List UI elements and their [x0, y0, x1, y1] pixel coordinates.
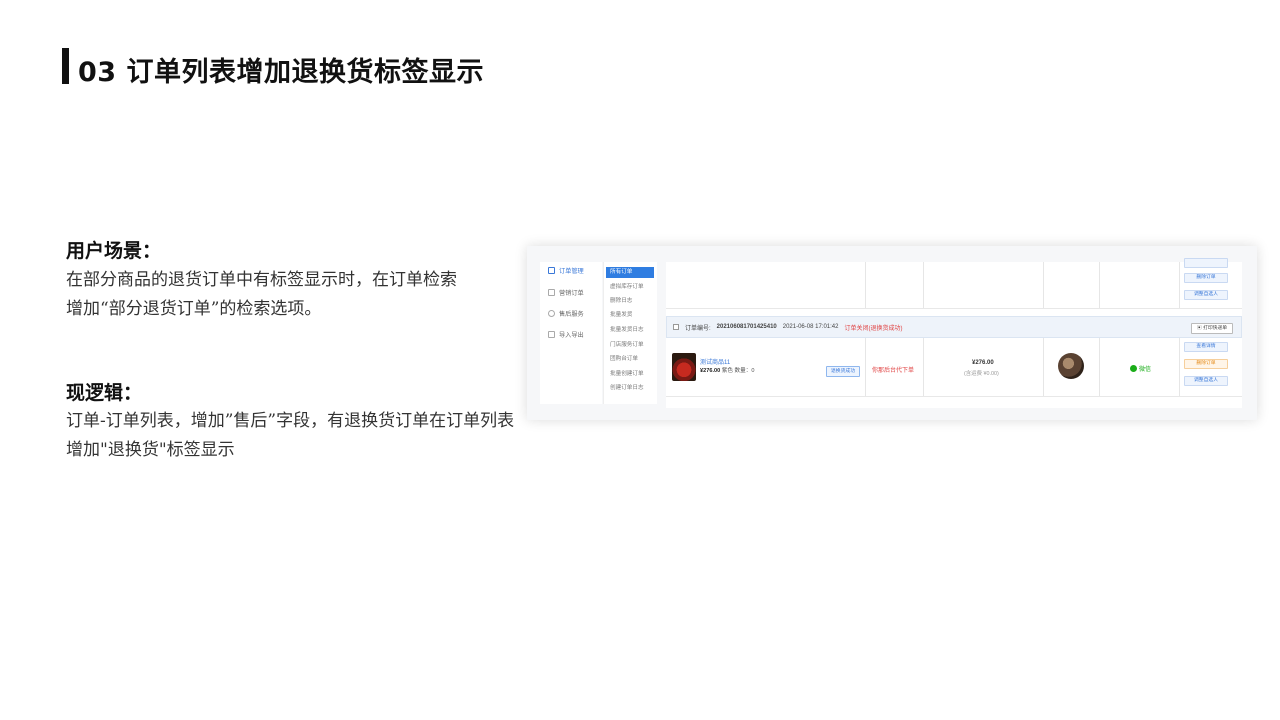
nav-order-management[interactable]: 订单管理: [548, 266, 584, 275]
order-status: 订单关闭(退换货成功): [844, 325, 903, 332]
view-detail-button[interactable]: 查看详情: [1184, 342, 1228, 352]
product-thumbnail[interactable]: [672, 353, 696, 381]
subnav-store-service[interactable]: 门店服务订单: [606, 340, 654, 351]
delete-order-button[interactable]: 删除订单: [1184, 359, 1228, 369]
pay-channel: 微信: [1130, 364, 1151, 373]
order-checkbox[interactable]: [673, 324, 679, 330]
logic-body: 订单-订单列表，增加”售后”字段，有退换货订单在订单列表增加"退换货"标签显示: [66, 411, 515, 460]
order-number: 20210608170142541​0: [716, 324, 777, 330]
order-icon: [548, 267, 555, 274]
logic-heading: 现逻辑：: [66, 382, 143, 404]
subnav-all-orders[interactable]: 所有订单: [606, 267, 654, 278]
table-row: 测试商品11 ¥276.00 紫色 数量：0 退换货成功 你那后台代下单 ¥27…: [666, 338, 1242, 397]
order-datetime: 2021-06-08 17:01:42: [782, 324, 839, 330]
subnav-batch-ship[interactable]: 批量发货: [606, 310, 654, 321]
primary-nav: 订单管理 营销订单 售后服务 导入导出: [540, 262, 602, 404]
delete-order-button[interactable]: 删除订单: [1184, 273, 1228, 283]
slide-title: 03 订单列表增加退换货标签显示: [78, 57, 484, 88]
print-waybill-button[interactable]: ▣ 打印快递单: [1191, 323, 1233, 334]
subnav-delete-log[interactable]: 删除日志: [606, 296, 654, 307]
order-number-label: 订单编号:: [685, 325, 711, 332]
import-export-icon: [548, 331, 555, 338]
subnav-batch-ship-log[interactable]: 批量发货日志: [606, 325, 654, 336]
title-accent-bar: [62, 48, 69, 84]
subnav-create-log[interactable]: 创建订单日志: [606, 383, 654, 394]
subnav-virtual-stock[interactable]: 虚拟库存订单: [606, 282, 654, 293]
order-price-shipping: (含运费 ¥0.00): [964, 371, 999, 377]
product-name-link[interactable]: 测试商品11: [700, 357, 730, 366]
adjust-picker-button[interactable]: 调整自选人: [1184, 376, 1228, 386]
scenario-body: 在部分商品的退货订单中有标签显示时，在订单检索增加“部分退货订单”的检索选项。: [66, 270, 457, 319]
nav-import-export[interactable]: 导入导出: [548, 330, 584, 339]
product-info: ¥276.00 紫色 数量：0: [700, 368, 755, 374]
buyer-avatar[interactable]: [1058, 353, 1084, 379]
nav-marketing-orders[interactable]: 营销订单: [548, 288, 584, 297]
marketing-icon: [548, 289, 555, 296]
nav-after-sales[interactable]: 售后服务: [548, 309, 584, 318]
scenario-heading: 用户场景：: [66, 240, 162, 262]
table-row: 删除订单 调整自选人: [666, 258, 1242, 309]
subnav-batch-create[interactable]: 批量创建订单: [606, 369, 654, 380]
service-icon: [548, 310, 555, 317]
order-price: ¥276.00: [972, 360, 994, 366]
secondary-nav: 所有订单 虚拟库存订单 删除日志 批量发货 批量发货日志 门店服务订单 团购台订…: [603, 262, 657, 404]
order-table: 删除订单 调整自选人 订单编号: 20210608170142541​0 202…: [666, 258, 1242, 408]
top-action-button[interactable]: [1184, 258, 1228, 268]
exchange-status-tag: 退换货成功: [826, 366, 860, 377]
order-list-screenshot: 订单管理 营销订单 售后服务 导入导出 所有订单 虚拟库存订单 删除日志 批量发…: [527, 246, 1257, 420]
order-header: 订单编号: 20210608170142541​0 2021-06-08 17:…: [666, 316, 1242, 338]
order-source: 你那后台代下单: [872, 368, 915, 374]
wechat-icon: [1130, 365, 1137, 372]
subnav-group-orders[interactable]: 团购台订单: [606, 354, 654, 365]
adjust-picker-button[interactable]: 调整自选人: [1184, 290, 1228, 300]
